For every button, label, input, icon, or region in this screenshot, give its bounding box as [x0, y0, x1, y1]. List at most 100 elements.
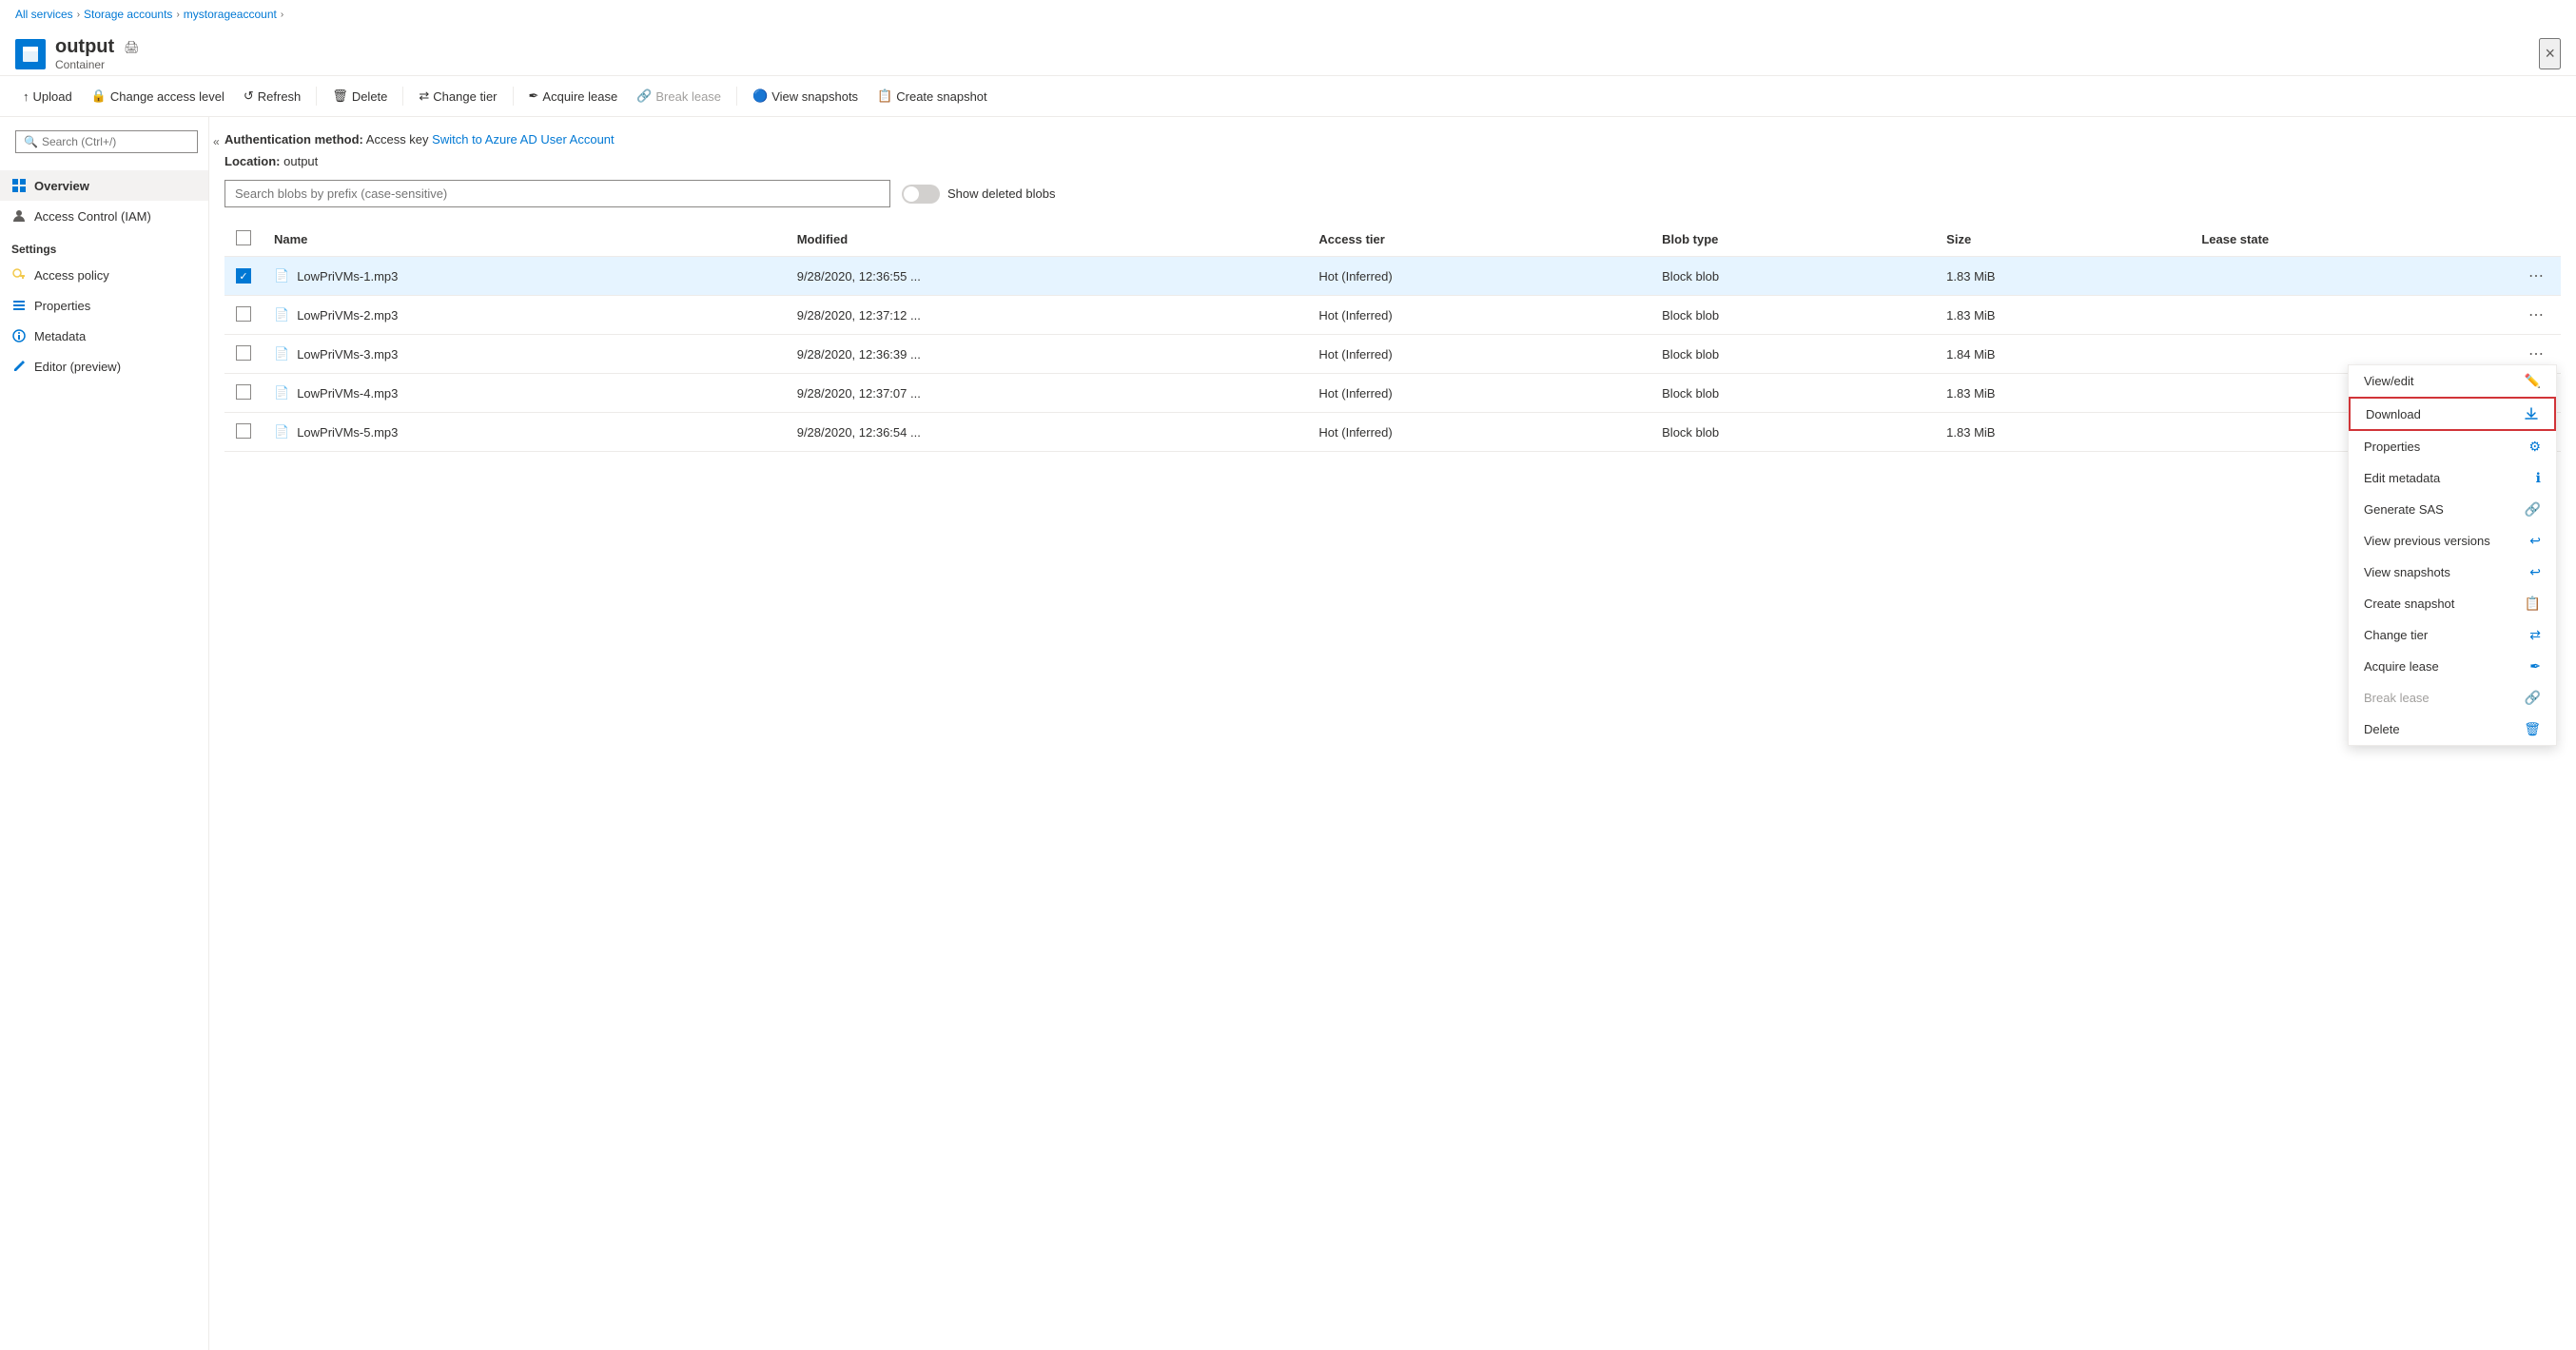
person-icon [11, 208, 27, 224]
row-checkbox-cell [224, 335, 263, 374]
show-deleted-label: Show deleted blobs [947, 186, 1055, 201]
show-deleted-toggle[interactable] [902, 185, 940, 204]
sidebar-item-access-policy[interactable]: Access policy [0, 260, 208, 290]
row-more-actions: ⋯ [2511, 257, 2561, 296]
acquire-lease-button[interactable]: ✒ Acquire lease [521, 84, 626, 108]
tag-icon: ✒ [2529, 658, 2541, 675]
row-lease-state [2190, 296, 2511, 335]
row-checkbox[interactable] [236, 306, 251, 322]
acquire-icon: ✒ [529, 88, 539, 104]
page-title: output [55, 36, 114, 58]
row-checkbox-cell [224, 296, 263, 335]
info-icon: ℹ [2536, 470, 2541, 486]
breadcrumb-storage-accounts[interactable]: Storage accounts [84, 8, 172, 21]
sidebar-item-editor[interactable]: Editor (preview) [0, 351, 208, 382]
sidebar-item-label: Metadata [34, 329, 86, 343]
view-snapshots-button[interactable]: 🔵 View snapshots [745, 84, 866, 108]
toolbar-sep3 [513, 87, 514, 106]
context-menu-item-generate-sas[interactable]: Generate SAS🔗 [2349, 494, 2556, 525]
delete-button[interactable]: 🗑 Delete [324, 84, 395, 108]
delete-icon: 🗑 [332, 88, 348, 104]
sidebar-item-overview[interactable]: Overview [0, 170, 208, 201]
break-icon: 🔗 [636, 88, 652, 104]
row-checkbox[interactable] [236, 345, 251, 361]
select-all-checkbox[interactable] [236, 230, 251, 245]
auth-switch-link[interactable]: Switch to Azure AD User Account [432, 132, 614, 147]
create-snapshot-button[interactable]: 📋 Create snapshot [869, 84, 995, 108]
col-size: Size [1935, 223, 2190, 257]
upload-button[interactable]: ↑ Upload [15, 85, 80, 108]
info-icon [11, 328, 27, 343]
key-icon [11, 267, 27, 283]
row-blob-type: Block blob [1650, 257, 1935, 296]
file-icon: 📄 [274, 307, 289, 323]
history-icon: ↩ [2529, 564, 2541, 580]
context-menu-item-download[interactable]: Download [2349, 397, 2556, 431]
close-button[interactable]: × [2539, 38, 2561, 69]
blob-search-input[interactable] [224, 180, 890, 207]
refresh-icon: ⇄ [2529, 627, 2541, 643]
page-subtitle: Container [55, 58, 2539, 71]
row-access-tier: Hot (Inferred) [1307, 413, 1650, 452]
context-menu-item-properties[interactable]: Properties⚙ [2349, 431, 2556, 462]
table-body: ✓ 📄 LowPriVMs-1.mp3 9/28/2020, 12:36:55 … [224, 257, 2561, 452]
sidebar-item-metadata[interactable]: Metadata [0, 321, 208, 351]
print-icon[interactable]: 🖨 [124, 40, 140, 55]
file-icon: 📄 [274, 346, 289, 362]
blob-table: Name Modified Access tier Blob type Size… [224, 223, 2561, 452]
row-modified: 9/28/2020, 12:37:07 ... [786, 374, 1308, 413]
table-row: 📄 LowPriVMs-3.mp3 9/28/2020, 12:36:39 ..… [224, 335, 2561, 374]
context-menu-item-view-previous[interactable]: View previous versions↩ [2349, 525, 2556, 557]
row-blob-type: Block blob [1650, 296, 1935, 335]
main-layout: 🔍 « Overview [0, 117, 2576, 1350]
row-name: 📄 LowPriVMs-5.mp3 [263, 413, 786, 452]
context-menu-item-change-tier[interactable]: Change tier⇄ [2349, 619, 2556, 651]
toolbar: ↑ Upload 🔒 Change access level ↺ Refresh… [0, 76, 2576, 117]
upload-icon: ↑ [23, 89, 29, 104]
row-more-actions: ⋯ [2511, 296, 2561, 335]
container-icon [15, 39, 46, 69]
change-access-level-button[interactable]: 🔒 Change access level [84, 84, 232, 108]
breadcrumb-sep3: › [281, 10, 283, 20]
row-size: 1.83 MiB [1935, 374, 2190, 413]
col-actions [2511, 223, 2561, 257]
breadcrumb-all-services[interactable]: All services [15, 8, 73, 21]
row-checkbox[interactable] [236, 423, 251, 439]
change-tier-button[interactable]: ⇄ Change tier [411, 84, 504, 108]
breadcrumb: All services › Storage accounts › mystor… [0, 0, 2576, 29]
sidebar-item-properties[interactable]: Properties [0, 290, 208, 321]
copy-icon: 📋 [2525, 596, 2541, 612]
context-menu-item-edit-metadata[interactable]: Edit metadataℹ [2349, 462, 2556, 494]
row-access-tier: Hot (Inferred) [1307, 335, 1650, 374]
col-access-tier: Access tier [1307, 223, 1650, 257]
row-modified: 9/28/2020, 12:37:12 ... [786, 296, 1308, 335]
table-row: ✓ 📄 LowPriVMs-1.mp3 9/28/2020, 12:36:55 … [224, 257, 2561, 296]
break-lease-button[interactable]: 🔗 Break lease [629, 84, 729, 108]
toolbar-sep2 [402, 87, 403, 106]
main-content: Authentication method: Access key Switch… [209, 117, 2576, 1350]
context-menu-item-acquire-lease[interactable]: Acquire lease✒ [2349, 651, 2556, 682]
context-menu-item-delete[interactable]: Delete🗑 [2349, 714, 2556, 745]
search-input[interactable] [42, 135, 189, 148]
row-size: 1.83 MiB [1935, 296, 2190, 335]
more-actions-button[interactable]: ⋯ [2523, 342, 2549, 365]
row-access-tier: Hot (Inferred) [1307, 296, 1650, 335]
toolbar-sep4 [736, 87, 737, 106]
title-group: output 🖨 Container [55, 36, 2539, 71]
breadcrumb-sep1: › [77, 10, 80, 20]
more-actions-button[interactable]: ⋯ [2523, 264, 2549, 287]
row-name: 📄 LowPriVMs-1.mp3 [263, 257, 786, 296]
pencil-icon: ✏️ [2525, 373, 2541, 389]
context-menu-item-view-snapshots[interactable]: View snapshots↩ [2349, 557, 2556, 588]
sidebar-item-iam[interactable]: Access Control (IAM) [0, 201, 208, 231]
row-blob-type: Block blob [1650, 374, 1935, 413]
show-deleted-toggle-group: Show deleted blobs [902, 185, 1055, 204]
breadcrumb-account[interactable]: mystorageaccount [184, 8, 277, 21]
more-actions-button[interactable]: ⋯ [2523, 303, 2549, 326]
row-checkbox[interactable]: ✓ [236, 268, 251, 284]
sidebar-item-label: Access Control (IAM) [34, 209, 151, 224]
refresh-button[interactable]: ↺ Refresh [236, 84, 308, 108]
context-menu-item-view-edit[interactable]: View/edit✏️ [2349, 365, 2556, 397]
context-menu-item-create-snapshot[interactable]: Create snapshot📋 [2349, 588, 2556, 619]
row-checkbox[interactable] [236, 384, 251, 400]
